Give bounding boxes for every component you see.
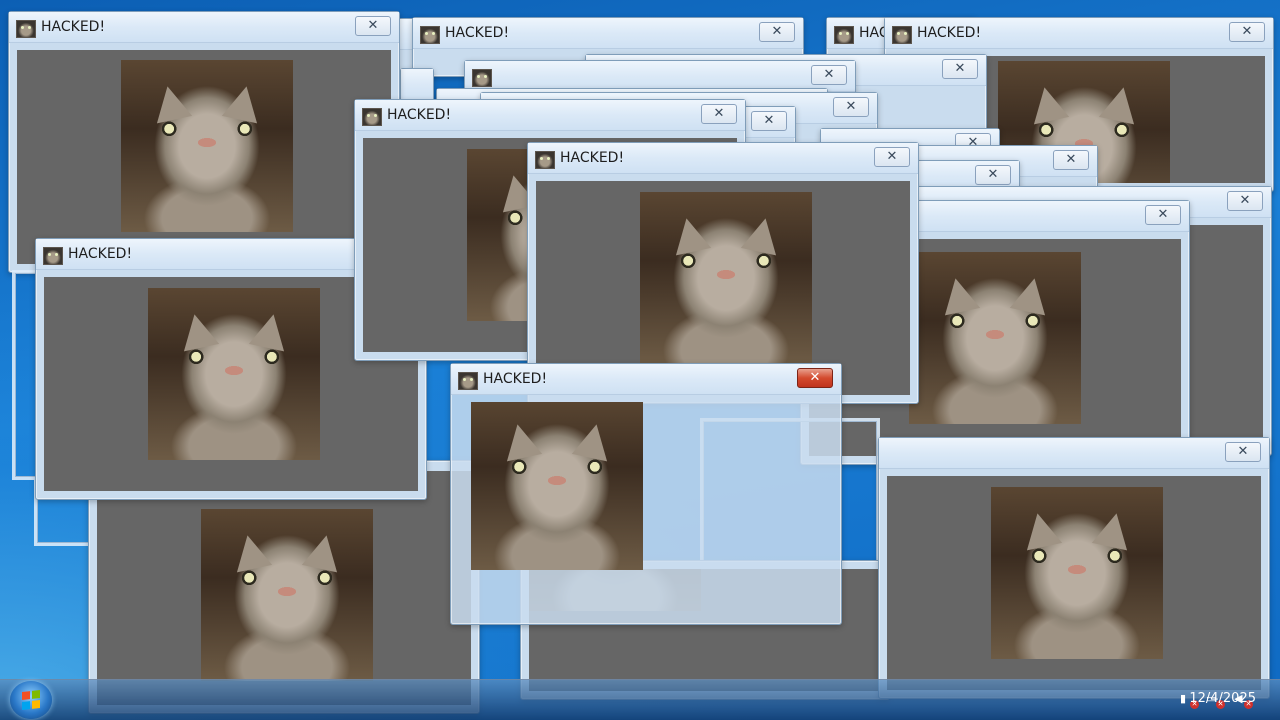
title-bar[interactable]: HACKED! ✕ xyxy=(885,18,1273,49)
close-button[interactable]: ✕ xyxy=(1225,442,1261,462)
close-button[interactable]: ✕ xyxy=(751,111,787,131)
close-button[interactable]: ✕ xyxy=(797,368,833,388)
cat-thumbnail-icon xyxy=(458,372,478,390)
close-button[interactable]: ✕ xyxy=(1227,191,1263,211)
cat-thumbnail-icon xyxy=(834,26,854,44)
window-title: HACKED! xyxy=(560,150,625,166)
close-button[interactable]: ✕ xyxy=(1229,22,1265,42)
active-popup-window[interactable]: HACKED! ✕ xyxy=(450,363,842,625)
cat-thumbnail-icon xyxy=(892,26,912,44)
system-tray: ▮ ✕ ▭ ✕ ◀ ✕ 12/4/2025 xyxy=(1080,680,1280,720)
title-bar[interactable]: HACKED! ✕ xyxy=(9,12,399,43)
close-button[interactable]: ✕ xyxy=(355,16,391,36)
cat-thumbnail-icon xyxy=(43,247,63,265)
window-body xyxy=(459,402,833,616)
title-bar[interactable]: HACKED! ✕ xyxy=(528,143,918,174)
close-button[interactable]: ✕ xyxy=(701,104,737,124)
title-bar[interactable]: HACKED! ✕ xyxy=(451,364,841,395)
close-button[interactable]: ✕ xyxy=(942,59,978,79)
cat-image xyxy=(121,60,293,232)
cat-image xyxy=(201,509,373,681)
window-body xyxy=(97,471,471,705)
desktop: HACKED! HACKED!✕ HACKED!✕ ✕ ✕ ✕ ✕ ✕ ✕ ✕ … xyxy=(0,0,1280,720)
cat-image xyxy=(991,487,1163,659)
cat-thumbnail-icon xyxy=(472,69,492,87)
window-title: HACKED! xyxy=(68,246,133,262)
cat-image xyxy=(640,192,812,364)
window-body xyxy=(17,50,391,264)
window-title: HACKED! xyxy=(41,19,106,35)
cat-image xyxy=(148,288,320,460)
start-button[interactable] xyxy=(10,681,52,719)
popup-window[interactable]: HACKED! ✕ xyxy=(8,11,400,273)
window-title: HACKED! xyxy=(917,25,982,41)
title-bar[interactable] xyxy=(401,69,433,100)
window-title: HACKED! xyxy=(445,25,510,41)
clock-date[interactable]: 12/4/2025 xyxy=(1189,691,1256,706)
taskbar: ▮ ✕ ▭ ✕ ◀ ✕ 12/4/2025 xyxy=(0,679,1280,720)
cat-thumbnail-icon xyxy=(420,26,440,44)
close-button[interactable]: ✕ xyxy=(874,147,910,167)
close-button[interactable]: ✕ xyxy=(811,65,847,85)
close-button[interactable]: ✕ xyxy=(975,165,1011,185)
close-button[interactable]: ✕ xyxy=(759,22,795,42)
windows-start-orb-icon xyxy=(22,690,40,710)
cat-image xyxy=(909,252,1081,424)
window-title: HACKED! xyxy=(387,107,452,123)
cat-thumbnail-icon xyxy=(16,20,36,38)
cat-thumbnail-icon xyxy=(535,151,555,169)
close-button[interactable]: ✕ xyxy=(1053,150,1089,170)
title-bar[interactable]: HACKED! ✕ xyxy=(413,18,803,49)
popup-window[interactable]: ✕ xyxy=(878,437,1270,699)
window-body xyxy=(887,476,1261,690)
cat-image xyxy=(471,402,643,570)
title-bar[interactable]: ✕ xyxy=(879,438,1269,469)
close-button[interactable]: ✕ xyxy=(1145,205,1181,225)
title-bar[interactable]: HACKED! ✕ xyxy=(355,100,745,131)
cat-thumbnail-icon xyxy=(362,108,382,126)
close-button[interactable]: ✕ xyxy=(833,97,869,117)
window-title: HACKED! xyxy=(483,371,548,387)
